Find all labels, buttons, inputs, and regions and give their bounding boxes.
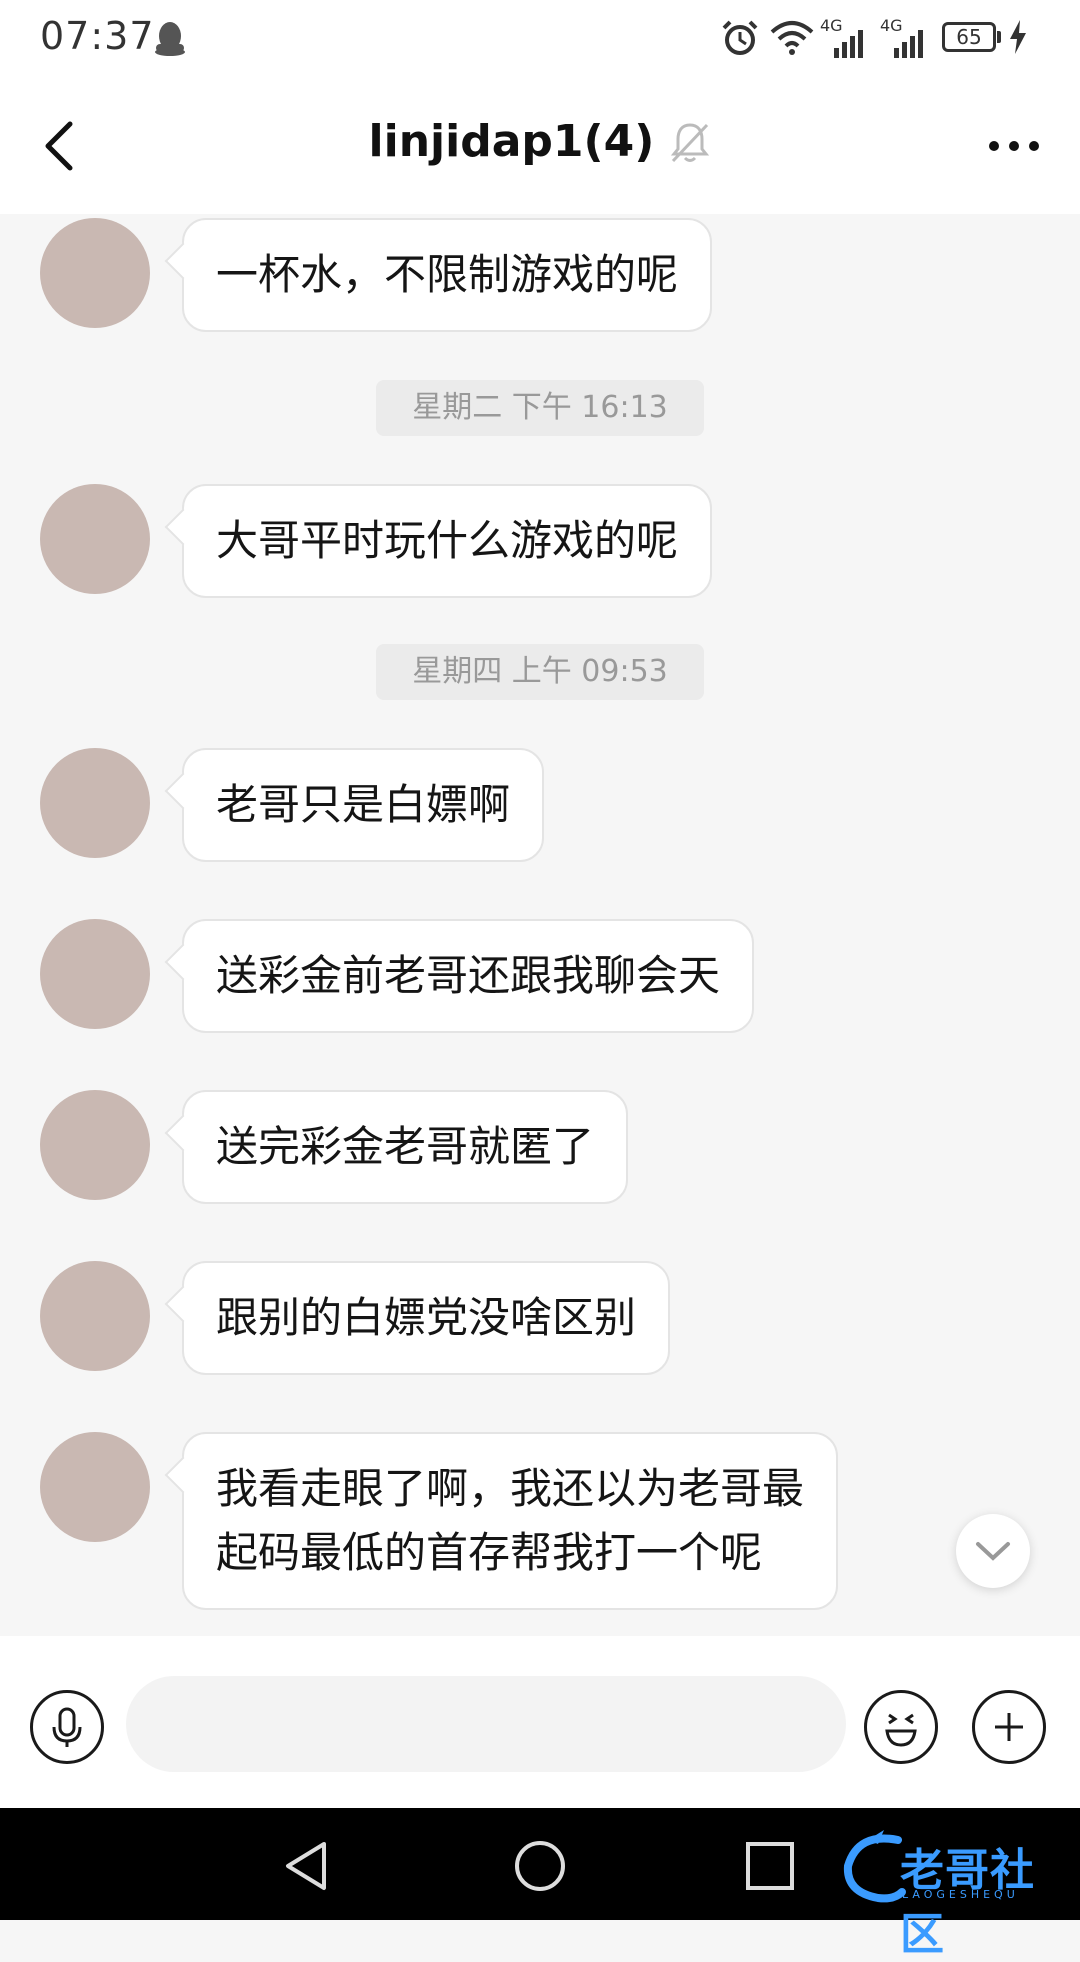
message-row: 送彩金前老哥还跟我聊会天 [0,919,1080,1033]
alarm-icon [722,20,758,55]
emoji-icon [885,1713,917,1747]
message-bubble[interactable]: 一杯水，不限制游戏的呢 [182,218,713,332]
wifi-icon [770,21,814,55]
message-row: 我看走眼了啊，我还以为老哥最 起码最低的首存帮我打一个呢 [0,1432,1080,1612]
avatar[interactable] [40,1261,150,1371]
battery-level: 65 [956,25,982,49]
plus-button[interactable] [972,1690,1046,1764]
charging-icon [1010,20,1026,54]
message-bubble[interactable]: 跟别的白嫖党没啥区别 [182,1261,671,1375]
time-divider: 星期四 上午 09:53 [376,644,704,700]
more-icon[interactable] [986,128,1042,164]
mute-bell-icon [671,122,710,162]
avatar[interactable] [40,218,150,328]
microphone-icon [52,1707,82,1747]
message-input[interactable] [126,1676,846,1772]
message-row: 跟别的白嫖党没啥区别 [0,1261,1080,1375]
title-wrap: linjidap1(4) [0,116,1080,176]
avatar[interactable] [40,748,150,858]
battery-icon: 65 [942,22,996,52]
voice-button[interactable] [30,1690,104,1764]
emoji-button[interactable] [864,1690,938,1764]
system-nav-bar: 老哥社区 LAOGESHEQU [0,1808,1080,1960]
message-row: 大哥平时玩什么游戏的呢 [0,484,1080,598]
input-bar [0,1636,1080,1808]
message-bubble[interactable]: 送完彩金老哥就匿了 [182,1090,629,1204]
message-bubble[interactable]: 送彩金前老哥还跟我聊会天 [182,919,755,1033]
avatar[interactable] [40,1432,150,1542]
message-bubble[interactable]: 大哥平时玩什么游戏的呢 [182,484,713,598]
qq-penguin-icon [155,22,185,56]
chevron-down-icon [976,1542,1010,1561]
dragon-logo-icon [843,1830,906,1903]
avatar[interactable] [40,919,150,1029]
watermark-logo: 老哥社区 LAOGESHEQU [838,1826,1068,1960]
chat-title[interactable]: linjidap1(4) [369,116,655,167]
watermark-subtext: LAOGESHEQU [902,1888,1019,1901]
nav-recent-icon[interactable] [742,1838,798,1894]
status-time: 07:37 [40,14,155,58]
scroll-down-button[interactable] [956,1514,1030,1588]
signal-icon [834,30,863,58]
signal-icon [894,30,923,58]
message-row: 老哥只是白嫖啊 [0,748,1080,862]
chat-header: linjidap1(4) [0,76,1080,214]
nav-home-icon[interactable] [512,1838,568,1894]
message-bubble[interactable]: 老哥只是白嫖啊 [182,748,545,862]
avatar[interactable] [40,1090,150,1200]
status-bar: 07:37 4G 4G 65 [0,0,1080,76]
nav-back-icon[interactable] [280,1838,336,1894]
message-row: 一杯水，不限制游戏的呢 [0,218,1080,332]
message-bubble[interactable]: 我看走眼了啊，我还以为老哥最 起码最低的首存帮我打一个呢 [182,1432,839,1610]
status-icons: 4G 4G 65 [720,14,1050,62]
time-divider: 星期二 下午 16:13 [376,380,704,436]
avatar[interactable] [40,484,150,594]
chat-area[interactable]: 一杯水，不限制游戏的呢 星期二 下午 16:13 大哥平时玩什么游戏的呢 星期四… [0,214,1080,1636]
message-row: 送完彩金老哥就匿了 [0,1090,1080,1204]
plus-icon [995,1713,1023,1741]
